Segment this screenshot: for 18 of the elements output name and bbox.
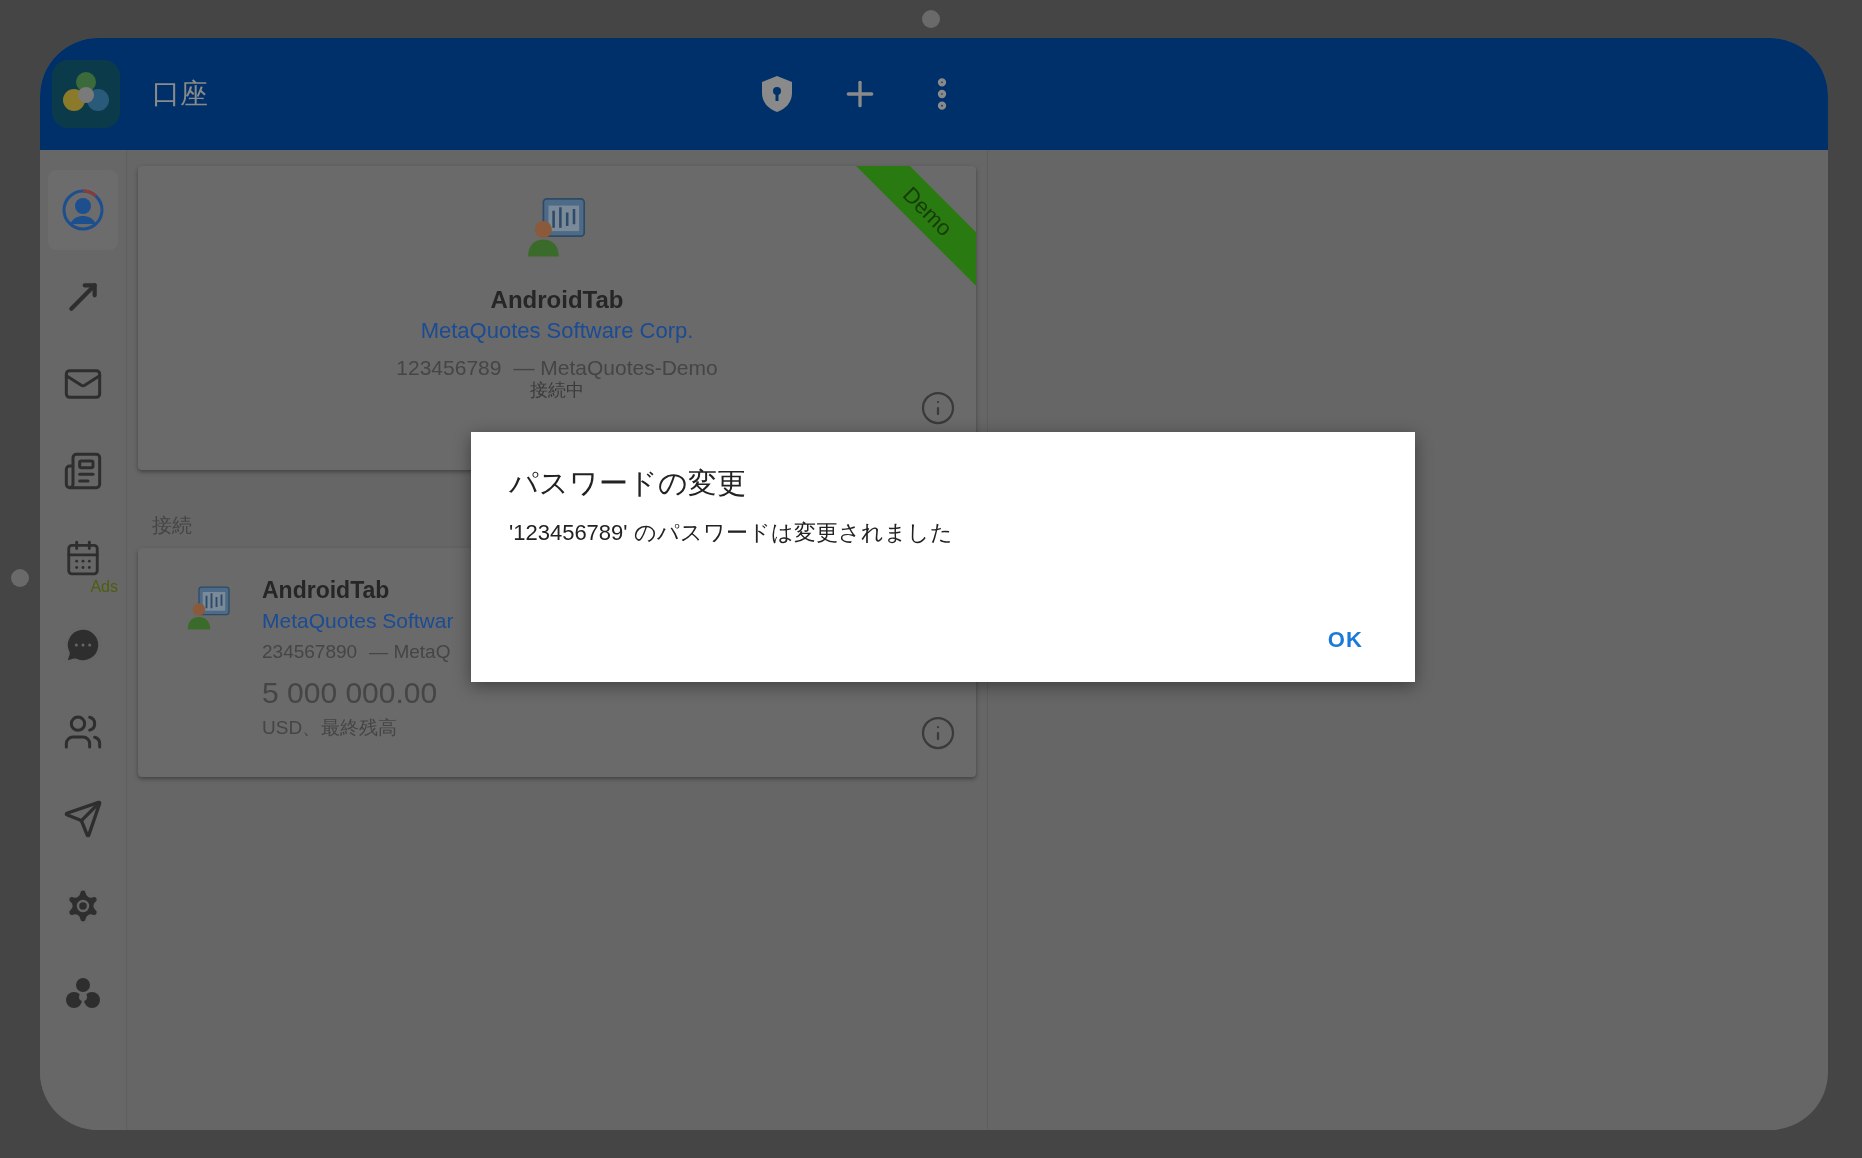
user-icon[interactable] (61, 187, 105, 232)
app-logo-icon[interactable] (52, 60, 120, 128)
newspaper-icon[interactable] (63, 450, 103, 491)
broker-link[interactable]: MetaQuotes Softwar (262, 608, 454, 634)
shield-lock-icon[interactable] (760, 75, 794, 113)
ads-label: Ads (90, 577, 118, 596)
info-icon[interactable] (920, 715, 956, 751)
sidebar-item[interactable] (48, 169, 118, 250)
broker-link[interactable]: MetaQuotes Software Corp. (420, 318, 694, 344)
paper-plane-icon[interactable] (63, 798, 103, 839)
app-bar-title: 口座 (152, 77, 208, 111)
sidebar-item[interactable]: Ads (48, 517, 118, 598)
ok-button[interactable]: OK (1313, 617, 1377, 662)
account-name: AndroidTab (262, 576, 391, 604)
dialog-message: '123456789' のパスワードは変更されました (509, 518, 954, 547)
info-icon[interactable] (920, 390, 956, 426)
account-name: AndroidTab (490, 286, 624, 314)
calendar-icon[interactable] (64, 538, 102, 577)
